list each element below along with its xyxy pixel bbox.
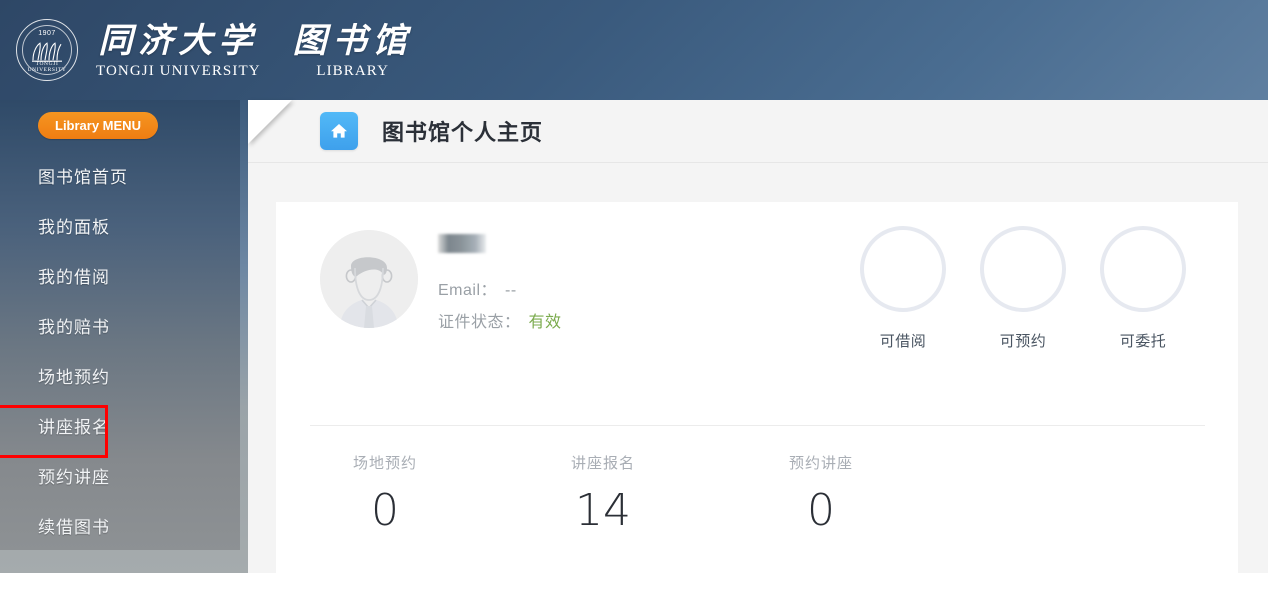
- stat-label-venue-booking: 场地预约: [352, 455, 417, 472]
- sidebar-item-library-home[interactable]: 图书馆首页: [0, 153, 240, 203]
- sidebar-menu-panel: Library MENU 图书馆首页 我的面板 我的借阅 我的赔书 场地预约 讲…: [0, 100, 240, 550]
- email-value: --: [505, 282, 517, 299]
- personal-home-card: Email： -- 证件状态： 有效 可借阅 可预约 可委托 场地预约 0 讲座…: [276, 202, 1238, 602]
- corner-fold-decoration: [248, 100, 292, 144]
- page-title: 图书馆个人主页: [382, 120, 544, 145]
- stat-label-lecture-booking: 预约讲座: [788, 455, 853, 472]
- card-status-row: 证件状态： 有效: [438, 307, 562, 339]
- ring-circle-entrustable: [1100, 226, 1186, 312]
- stat-label-lecture-signup: 讲座报名: [570, 455, 635, 472]
- brand-university-en: TONGJI UNIVERSITY: [96, 62, 261, 79]
- site-header: 1907 TONGJI UNIVERSITY 同济大学 TONGJI UNIVE…: [0, 0, 1268, 100]
- brand-library-cn: 图书馆: [292, 20, 413, 61]
- tongji-seal-logo: 1907 TONGJI UNIVERSITY: [16, 19, 78, 81]
- stat-value-venue-booking: 0: [371, 485, 399, 536]
- ring-label-borrowable: 可借阅: [879, 333, 927, 350]
- stat-value-lecture-booking: 0: [807, 485, 835, 536]
- ring-label-reservable: 可预约: [999, 333, 1047, 350]
- card-status-value: 有效: [528, 314, 562, 331]
- brand-wordmark: 同济大学 TONGJI UNIVERSITY 图书馆 LIBRARY: [96, 21, 413, 80]
- sidebar-item-venue-booking[interactable]: 场地预约: [0, 353, 240, 403]
- section-divider: [310, 425, 1205, 426]
- user-name-redacted: [438, 234, 486, 253]
- library-menu-badge[interactable]: Library MENU: [38, 112, 158, 139]
- seal-emblem-icon: [32, 42, 62, 62]
- ring-circle-reservable: [980, 226, 1066, 312]
- quota-rings: 可借阅 可预约 可委托: [860, 226, 1186, 351]
- sidebar: Library MENU 图书馆首页 我的面板 我的借阅 我的赔书 场地预约 讲…: [0, 100, 248, 573]
- brand-university-cn: 同济大学: [98, 20, 259, 61]
- email-row: Email： --: [438, 275, 562, 307]
- stat-venue-booking: 场地预约 0: [276, 452, 494, 536]
- profile-section: Email： -- 证件状态： 有效 可借阅 可预约 可委托: [276, 202, 1238, 382]
- stat-value-lecture-signup: 14: [575, 485, 631, 536]
- quota-ring-borrowable: 可借阅: [860, 226, 946, 351]
- stats-section: 场地预约 0 讲座报名 14 预约讲座 0: [276, 452, 1238, 536]
- ring-label-entrustable: 可委托: [1119, 333, 1167, 350]
- email-label: Email：: [438, 282, 498, 299]
- profile-info: Email： -- 证件状态： 有效: [438, 234, 562, 339]
- quota-ring-reservable: 可预约: [980, 226, 1066, 351]
- seal-name: TONGJI UNIVERSITY: [27, 61, 67, 73]
- seal-year: 1907: [38, 30, 56, 37]
- brand-university: 同济大学 TONGJI UNIVERSITY: [96, 21, 261, 80]
- sidebar-item-my-panel[interactable]: 我的面板: [0, 203, 240, 253]
- home-icon: [320, 112, 358, 150]
- sidebar-item-lecture-booking[interactable]: 预约讲座: [0, 453, 240, 503]
- quota-ring-entrustable: 可委托: [1100, 226, 1186, 351]
- content-area: 图书馆个人主页 Email： -- 证件状态： 有效 可借阅 可预约 可委托 场…: [248, 100, 1268, 602]
- brand-library-en: LIBRARY: [316, 62, 390, 79]
- avatar: [320, 230, 418, 328]
- ring-circle-borrowable: [860, 226, 946, 312]
- stat-lecture-signup: 讲座报名 14: [494, 452, 712, 536]
- sidebar-item-renew-books[interactable]: 续借图书: [0, 503, 240, 553]
- card-status-label: 证件状态：: [438, 314, 521, 331]
- sidebar-item-my-compensation[interactable]: 我的赔书: [0, 303, 240, 353]
- page-header: 图书馆个人主页: [248, 100, 1268, 163]
- sidebar-menu-list: 图书馆首页 我的面板 我的借阅 我的赔书 场地预约 讲座报名 预约讲座 续借图书: [0, 153, 240, 553]
- brand-library: 图书馆 LIBRARY: [293, 21, 413, 80]
- sidebar-item-lecture-signup[interactable]: 讲座报名: [0, 403, 240, 458]
- sidebar-item-my-borrowing[interactable]: 我的借阅: [0, 253, 240, 303]
- stat-lecture-booking: 预约讲座 0: [712, 452, 930, 536]
